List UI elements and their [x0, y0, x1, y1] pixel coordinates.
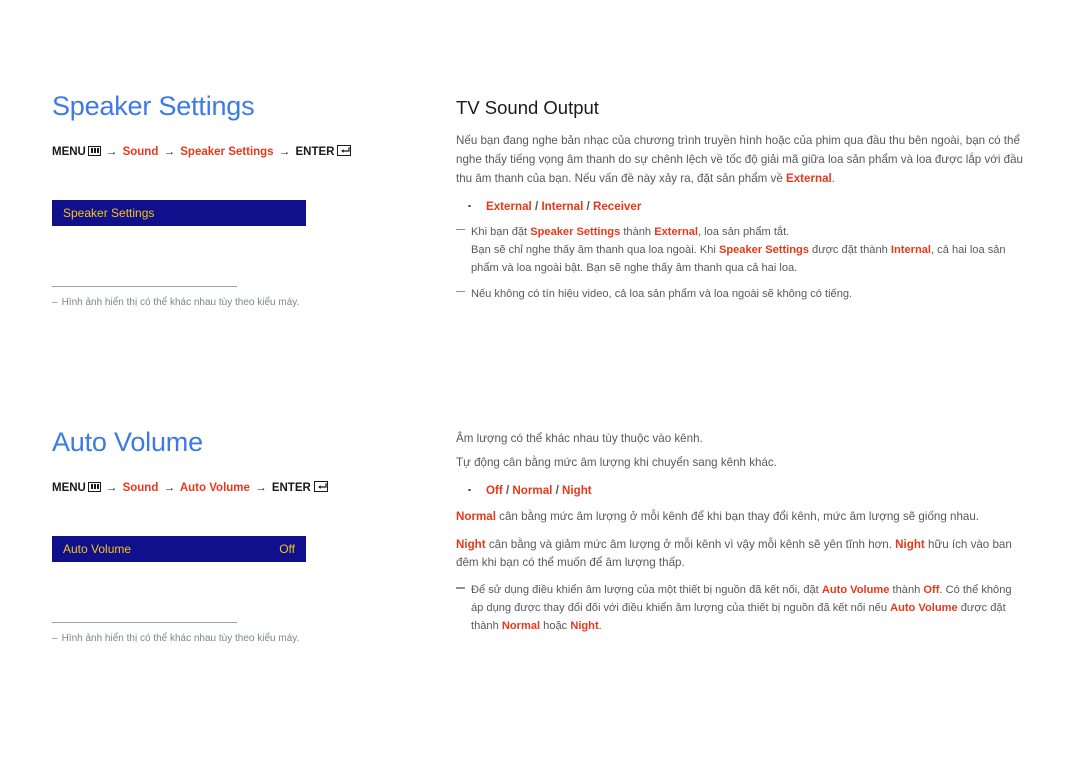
note1-l2-term-speaker-settings: Speaker Settings — [718, 244, 809, 257]
option-normal: Normal — [512, 483, 553, 497]
option-separator-3: / — [502, 483, 513, 497]
osd-auto-volume-row[interactable]: Auto Volume Off — [52, 536, 306, 563]
term-night-2: Night — [895, 537, 925, 551]
note1-term-speaker-settings: Speaker Settings — [530, 226, 621, 239]
paragraph-night-description: Night cân bằng và giảm mức âm lượng ở mỗ… — [456, 536, 1026, 574]
intro-text-a: Nếu bạn đang nghe bản nhạc của chương tr… — [456, 134, 1023, 185]
heading-tv-sound-output: TV Sound Output — [456, 97, 599, 118]
footnote-text-1: Hình ảnh hiển thị có thể khác nhau tùy t… — [61, 296, 300, 308]
footnote-speaker-settings: – Hình ảnh hiển thị có thể khác nhau tùy … — [52, 296, 432, 311]
breadcrumb-arrow-5: → — [163, 481, 176, 494]
options-tv-sound-output: External / Internal / Receiver — [456, 198, 1026, 215]
note1-l2-text-2: được đặt thành — [808, 244, 891, 257]
note1-text-3: , loa sản phẩm tắt. — [697, 226, 790, 239]
note1-l2-text-1: Bạn sẽ chỉ nghe thấy âm thanh qua loa ng… — [471, 244, 719, 257]
night-desc-text-1: cân bằng và giảm mức âm lượng ở mỗi kênh… — [485, 537, 896, 551]
note-speaker-settings-external: Khi bạn đặt Speaker Settings thành Exter… — [456, 224, 1026, 278]
options-auto-volume: Off / Normal / Night — [456, 482, 1026, 499]
column-gap — [52, 310, 432, 428]
breadcrumb-menu-label-2: MENU — [52, 481, 86, 494]
footnote-divider-1 — [52, 285, 237, 287]
breadcrumb-arrow-3: → — [278, 145, 291, 158]
enter-return-icon — [337, 144, 352, 156]
manual-page: Speaker Settings MENU → Sound → Speaker S… — [0, 0, 1080, 763]
av-note-term-off: Off — [923, 584, 940, 597]
menu-grid-icon — [87, 481, 101, 492]
footnote-dash-2: – — [52, 633, 58, 645]
breadcrumb-auto-volume-item: Auto Volume — [179, 481, 250, 494]
breadcrumb-arrow-1: → — [105, 145, 118, 158]
enter-return-icon — [313, 480, 328, 492]
breadcrumb-sound-2: Sound — [122, 481, 159, 494]
footnote-divider-2 — [52, 622, 237, 624]
breadcrumb-enter-label: ENTER — [295, 145, 335, 158]
footnote-auto-volume: – Hình ảnh hiển thị có thể khác nhau tùy … — [52, 632, 432, 647]
option-off: Off — [486, 483, 503, 497]
breadcrumb-arrow-6: → — [255, 481, 267, 494]
note1-text-2: thành — [620, 226, 655, 239]
breadcrumb-sound: Sound — [122, 145, 159, 158]
note-auto-volume-source-device: Để sử dụng điều khiển âm lượng của một t… — [456, 582, 1026, 636]
av-note-term-night: Night — [570, 620, 599, 633]
intro-term-external: External — [786, 171, 832, 185]
footnote-dash-1: – — [52, 296, 58, 308]
option-receiver: Receiver — [592, 199, 642, 213]
breadcrumb-speaker-settings-item: Speaker Settings — [180, 145, 274, 158]
av-note-term-normal: Normal — [501, 620, 541, 633]
breadcrumb-arrow-4: → — [105, 481, 118, 494]
av-note-text-2: thành — [889, 584, 924, 597]
breadcrumb-arrow-2: → — [163, 145, 176, 158]
right-column: TV Sound Output Nếu bạn đang nghe bản nh… — [456, 97, 1026, 644]
left-column: Speaker Settings MENU → Sound → Speaker S… — [52, 91, 432, 647]
note1-line2: Bạn sẽ chỉ nghe thấy âm thanh qua loa ng… — [471, 242, 1026, 278]
osd-auto-volume-value: Off — [279, 542, 295, 557]
intro-text-c: . — [831, 171, 835, 185]
av-note-text-1: Để sử dụng điều khiển âm lượng của một t… — [471, 584, 822, 597]
av-note-term-auto-volume-2: Auto Volume — [890, 602, 958, 615]
page-title-speaker-settings: Speaker Settings — [52, 91, 255, 121]
note1-text-1: Khi bạn đặt — [471, 226, 531, 239]
av-note-text-5: hoặc — [540, 620, 571, 633]
footnote-text-2: Hình ảnh hiển thị có thể khác nhau tùy t… — [61, 633, 300, 645]
note1-term-external: External — [654, 226, 698, 239]
option-separator-1: / — [531, 199, 542, 213]
av-note-term-auto-volume-1: Auto Volume — [821, 584, 890, 597]
option-night: Night — [562, 483, 592, 497]
paragraph-tv-sound-intro: Nếu bạn đang nghe bản nhạc của chương tr… — [456, 132, 1026, 188]
option-internal: Internal — [541, 199, 584, 213]
menu-grid-icon — [87, 145, 101, 156]
right-column-gap — [456, 312, 1026, 430]
osd-speaker-settings-label: Speaker Settings — [63, 205, 155, 220]
paragraph-normal-description: Normal cân bằng mức âm lượng ở mỗi kênh … — [456, 508, 1026, 527]
paragraph-auto-volume-1: Âm lượng có thể khác nhau tùy thuộc vào … — [456, 431, 703, 445]
osd-auto-volume-label: Auto Volume — [63, 542, 132, 557]
term-night-1: Night — [456, 537, 486, 551]
note-no-video-signal: Nếu không có tín hiệu video, cả loa sản … — [456, 286, 1026, 304]
option-separator-2: / — [583, 199, 593, 213]
breadcrumb-speaker-settings: MENU → Sound → Speaker Settings → ENTER — [52, 144, 432, 160]
term-normal: Normal — [456, 509, 496, 523]
breadcrumb-menu-label: MENU — [52, 145, 86, 158]
option-external: External — [486, 199, 532, 213]
breadcrumb-enter-label-2: ENTER — [271, 481, 311, 494]
note1-l2-term-internal: Internal — [890, 244, 931, 257]
breadcrumb-auto-volume: MENU → Sound → Auto Volume → ENTER — [52, 480, 432, 496]
paragraph-auto-volume-2: Tự động cân bằng mức âm lượng khi chuyển… — [456, 455, 777, 469]
page-title-auto-volume: Auto Volume — [52, 427, 203, 458]
normal-desc-text: cân bằng mức âm lượng ở mỗi kênh để khi … — [495, 509, 980, 523]
osd-speaker-settings-row[interactable]: Speaker Settings — [52, 199, 306, 226]
av-note-text-6: . — [598, 620, 602, 633]
option-separator-4: / — [552, 483, 563, 497]
